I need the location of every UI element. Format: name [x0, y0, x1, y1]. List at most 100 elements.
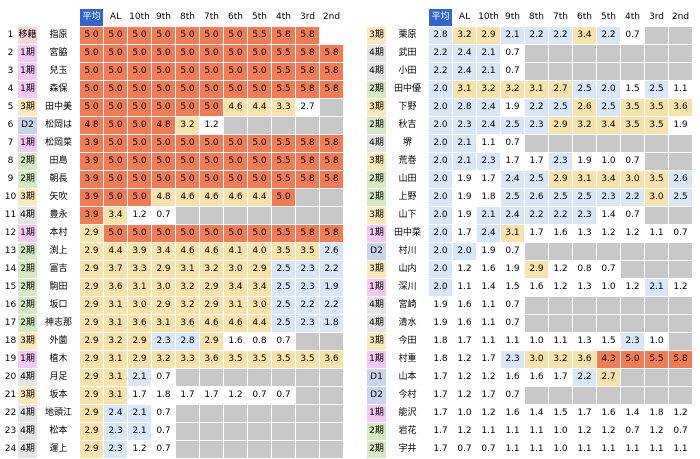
average-cell: 2.9 — [79, 260, 104, 279]
score-cell: 2.5 — [644, 80, 669, 99]
average-cell: 2.2 — [428, 62, 453, 81]
score-cell — [548, 296, 573, 315]
score-cell: 5.0 — [127, 98, 152, 117]
score-cell: 2.3 — [452, 116, 477, 135]
score-cell: 1.7 — [476, 350, 501, 369]
table-row: 3期 荒巻 2.0 2.1 2.3 1.7 1.7 2.3 1.9 1.0 0.7 — [366, 152, 695, 171]
score-cell: 1.0 — [548, 440, 573, 459]
member-name: 宇井 — [386, 440, 429, 459]
score-cell: 3.9 — [127, 242, 152, 261]
score-cell: 2.2 — [319, 296, 344, 315]
member-name: 栗原 — [386, 26, 429, 45]
score-cell — [199, 404, 224, 423]
score-cell — [644, 206, 669, 225]
column-header: 8th — [175, 8, 200, 27]
score-cell: 2.9 — [127, 332, 152, 351]
rank-cell: 2 — [3, 44, 18, 63]
score-cell — [223, 116, 248, 135]
score-cell: 2.5 — [500, 116, 525, 135]
score-cell: 1.9 — [500, 260, 525, 279]
score-cell: 2.1 — [127, 404, 152, 423]
score-cell: 2.5 — [271, 296, 296, 315]
score-cell: 3.2 — [500, 80, 525, 99]
score-cell: 3.1 — [452, 80, 477, 99]
score-cell — [620, 314, 645, 333]
score-cell: 5.0 — [127, 224, 152, 243]
score-cell: 0.7 — [596, 260, 621, 279]
score-cell: 3.4 — [103, 206, 128, 225]
average-cell: 2.9 — [79, 440, 104, 459]
score-cell: 0.7 — [151, 206, 176, 225]
score-cell: 2.0 — [596, 80, 621, 99]
table-row: 1期 田中菜 2.0 1.7 2.4 3.1 1.7 1.6 1.3 1.2 1.2 1.1 0.7 — [366, 224, 695, 243]
period-cell: 2期 — [17, 260, 38, 279]
score-cell: 2.9 — [199, 278, 224, 297]
period-cell: 3期 — [17, 332, 38, 351]
table-row: 17 2期 神志那 2.9 3.1 3.6 3.1 3.6 4.6 4.6 4.4 2.5 2.3 1.8 — [3, 314, 346, 333]
score-cell: 5.0 — [175, 62, 200, 81]
average-cell: 2.8 — [428, 26, 453, 45]
column-header: 4th — [620, 8, 645, 27]
score-cell: 3.2 — [151, 350, 176, 369]
score-cell — [668, 152, 693, 171]
score-cell: 2.3 — [476, 152, 501, 171]
score-cell: 5.0 — [620, 350, 645, 369]
member-name: 下野 — [386, 98, 429, 117]
score-cell: 5.0 — [127, 80, 152, 99]
score-cell — [247, 422, 272, 441]
score-cell — [524, 134, 549, 153]
member-name: 田中優 — [386, 80, 429, 99]
table-row: 3期 山内 2.0 1.2 1.6 1.9 2.9 1.2 0.8 0.7 — [366, 260, 695, 279]
score-cell: 3.7 — [103, 260, 128, 279]
average-cell: 2.9 — [79, 242, 104, 261]
score-cell — [295, 404, 320, 423]
score-cell: 5.0 — [151, 80, 176, 99]
score-cell: 2.3 — [151, 332, 176, 351]
score-cell: 5.0 — [175, 80, 200, 99]
period-cell: 2期 — [17, 278, 38, 297]
period-cell: 3期 — [366, 206, 387, 225]
score-cell: 5.8 — [295, 224, 320, 243]
table-row: 9 2期 朝長 3.9 5.0 5.0 5.0 5.0 5.0 5.0 5.0 5.5 5.8 5.8 — [3, 170, 346, 189]
table-row: 2 1期 宮脇 5.0 5.0 5.0 5.0 5.0 5.0 5.0 5.0 5.5 5.8 5.8 — [3, 44, 346, 63]
score-cell — [271, 422, 296, 441]
table-row: 4期 小田 2.2 2.4 2.1 0.7 — [366, 62, 695, 81]
score-cell: 3.2 — [572, 116, 597, 135]
score-cell: 1.1 — [524, 422, 549, 441]
score-cell: 2.3 — [103, 440, 128, 459]
score-cell: 5.8 — [319, 134, 344, 153]
score-cell: 2.1 — [127, 368, 152, 387]
score-cell: 1.1 — [476, 314, 501, 333]
score-cell: 1.5 — [620, 80, 645, 99]
table-row: 3期 山下 2.0 1.9 2.1 2.4 2.2 2.2 2.3 1.4 0.7 — [366, 206, 695, 225]
score-cell: 3.0 — [620, 170, 645, 189]
member-name: 今田 — [386, 332, 429, 351]
score-cell: 1.2 — [452, 350, 477, 369]
score-cell: 1.0 — [524, 332, 549, 351]
column-header: 10th — [476, 8, 501, 27]
member-name: 渕上 — [37, 242, 80, 261]
score-cell: 3.4 — [223, 278, 248, 297]
score-cell — [668, 134, 693, 153]
score-cell: 5.0 — [127, 152, 152, 171]
score-cell: 5.0 — [103, 188, 128, 207]
score-cell — [596, 62, 621, 81]
score-cell — [271, 368, 296, 387]
score-cell: 1.6 — [223, 332, 248, 351]
score-cell: 2.5 — [524, 170, 549, 189]
score-cell — [668, 62, 693, 81]
score-cell: 5.0 — [103, 80, 128, 99]
score-cell — [620, 134, 645, 153]
score-cell: 5.0 — [127, 170, 152, 189]
score-cell: 1.2 — [572, 422, 597, 441]
table-row: 4 1期 森保 5.0 5.0 5.0 5.0 5.0 5.0 5.0 5.0 5.5 5.8 5.8 — [3, 80, 346, 99]
rank-cell: 12 — [3, 224, 18, 243]
score-cell: 5.5 — [644, 350, 669, 369]
score-cell: 1.7 — [500, 152, 525, 171]
score-cell: 2.2 — [295, 296, 320, 315]
column-header: 9th — [500, 8, 525, 27]
member-name: 秋吉 — [386, 116, 429, 135]
score-cell: 2.9 — [151, 296, 176, 315]
score-cell — [644, 242, 669, 261]
score-cell: 3.5 — [644, 98, 669, 117]
